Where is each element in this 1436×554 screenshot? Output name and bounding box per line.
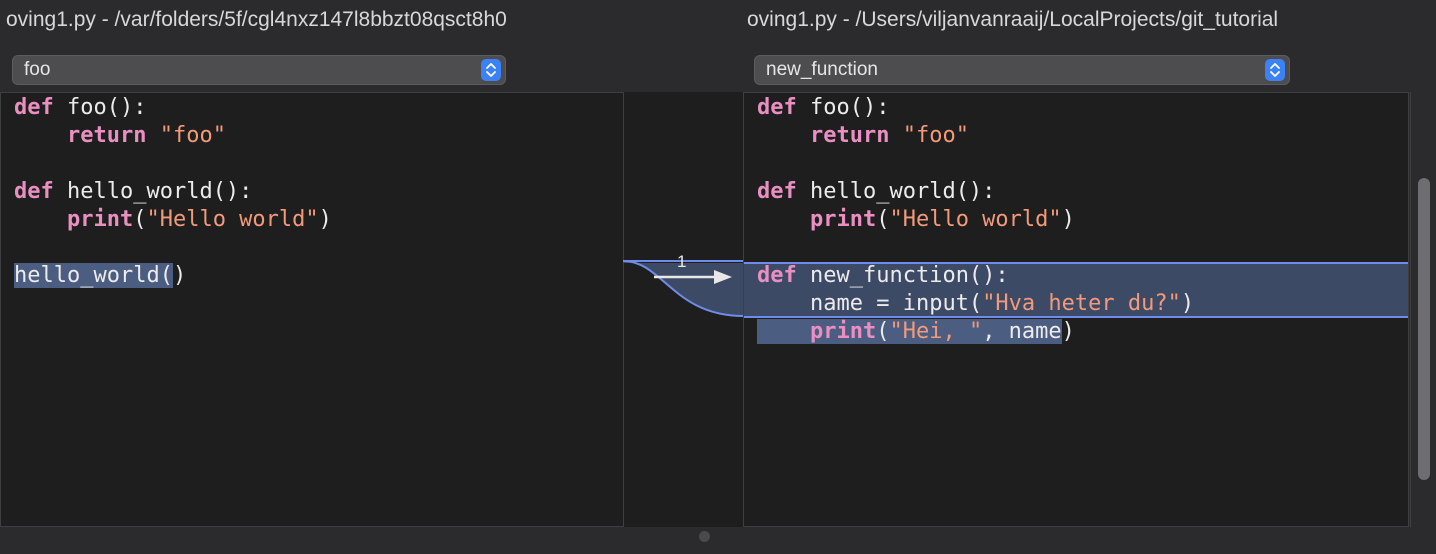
bottom-bar: [0, 527, 1436, 554]
code-line: print("Hei, ", name): [757, 318, 1075, 346]
code-line: def hello_world():: [14, 178, 252, 206]
vertical-scrollbar[interactable]: [1410, 92, 1436, 527]
merge-gutter: 1: [623, 92, 744, 527]
code-text: hello_world():: [53, 179, 253, 204]
code-text: ): [1180, 291, 1195, 316]
scrollbar-thumb[interactable]: [1418, 178, 1430, 480]
code-text: = input(: [862, 291, 983, 316]
code-line: return "foo": [757, 122, 969, 150]
code-text: ): [1061, 207, 1075, 232]
string-literal: "Hello world": [889, 207, 1062, 232]
code-text: name: [809, 291, 863, 316]
builtin-function: print: [809, 207, 877, 232]
selected-text: hello_world(: [14, 263, 173, 288]
change-number: 1: [677, 252, 687, 271]
keyword: return: [809, 123, 890, 148]
chevron-up-down-icon: [1265, 59, 1285, 81]
keyword: def: [757, 263, 797, 288]
left-function-popup-label: foo: [24, 59, 51, 80]
merge-arrow-button[interactable]: [652, 264, 736, 286]
left-function-popup[interactable]: foo: [12, 55, 506, 85]
code-line: print("Hello world"): [757, 206, 1075, 234]
code-line: print("Hello world"): [14, 206, 332, 234]
string-literal: "Hei, ": [889, 319, 983, 344]
code-text: hello_world():: [796, 179, 996, 204]
keyword: def: [14, 95, 54, 120]
code-line: def foo():: [14, 94, 146, 122]
code-text: (: [133, 207, 147, 232]
code-line: hello_world(): [14, 262, 186, 290]
string-literal: "foo": [902, 123, 969, 148]
keyword: def: [757, 179, 797, 204]
code-line: def foo():: [757, 94, 889, 122]
code-text: , name: [982, 319, 1062, 344]
right-function-popup-label: new_function: [766, 59, 878, 80]
change-connector: [623, 260, 744, 317]
code-line: def new_function():: [757, 262, 1009, 290]
string-literal: "Hva heter du?": [982, 291, 1181, 316]
keyword: def: [14, 179, 54, 204]
builtin-function: print: [809, 319, 877, 344]
keyword: return: [66, 123, 147, 148]
right-function-popup[interactable]: new_function: [754, 55, 1290, 85]
keyword: def: [757, 95, 797, 120]
code-line: def hello_world():: [757, 178, 995, 206]
string-literal: "foo": [159, 123, 226, 148]
builtin-function: print: [66, 207, 134, 232]
code-text: new_function():: [796, 263, 1009, 288]
right-code-editor[interactable]: def foo(): return "foo" def hello_world(…: [743, 92, 1409, 527]
code-text: ): [172, 263, 187, 288]
code-line: name = input("Hva heter du?"): [757, 290, 1194, 318]
code-text: foo():: [796, 95, 890, 120]
code-text: foo():: [53, 95, 147, 120]
code-text: (: [876, 319, 890, 344]
left-file-title: oving1.py - /var/folders/5f/cgl4nxz147l8…: [6, 8, 507, 31]
chevron-up-down-icon: [481, 59, 501, 81]
code-text: ): [1061, 319, 1075, 344]
right-arrow-icon: [654, 270, 732, 284]
resize-handle[interactable]: [699, 531, 710, 542]
right-file-title: oving1.py - /Users/viljanvanraaij/LocalP…: [747, 8, 1279, 31]
code-text: (: [876, 207, 890, 232]
left-code-editor[interactable]: def foo(): return "foo" def hello_world(…: [0, 92, 624, 527]
code-text: ): [318, 207, 332, 232]
code-line: return "foo": [14, 122, 226, 150]
string-literal: "Hello world": [146, 207, 319, 232]
